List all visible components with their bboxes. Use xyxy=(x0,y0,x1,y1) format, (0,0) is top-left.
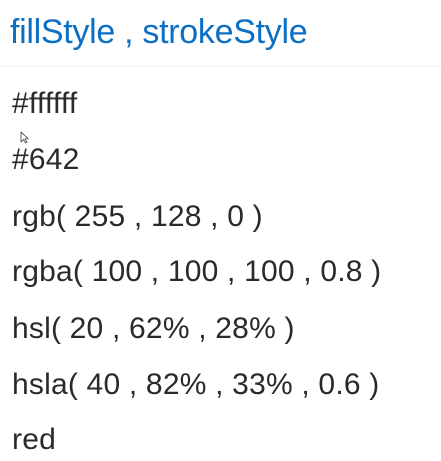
list-item-hsl: hsl( 20 , 62% , 28% ) xyxy=(12,312,295,345)
list-item-rgba: rgba( 100 , 100 , 100 , 0.8 ) xyxy=(12,255,382,288)
slide: fillStyle , strokeStyle #ffffff #642 rgb… xyxy=(0,0,441,461)
list-item-named-color: red xyxy=(12,423,56,456)
list-item-hex-six-digit: #ffffff xyxy=(12,87,78,120)
list-item-rgb: rgb( 255 , 128 , 0 ) xyxy=(12,200,263,233)
mouse-pointer-icon xyxy=(20,131,29,144)
list-item-hex-three-digit: #642 xyxy=(12,143,80,176)
color-value-list: #ffffff #642 rgb( 255 , 128 , 0 ) rgba( … xyxy=(0,0,441,461)
list-item-hsla: hsla( 40 , 82% , 33% , 0.6 ) xyxy=(12,368,380,401)
